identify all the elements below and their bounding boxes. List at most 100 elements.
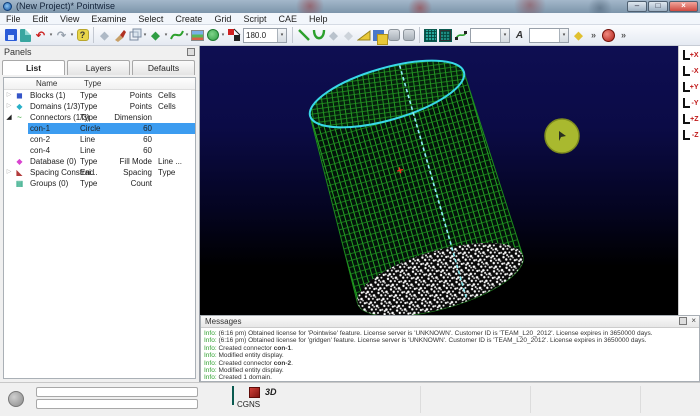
menu-create[interactable]: Create bbox=[169, 13, 208, 24]
view-axis--X-button[interactable]: -X bbox=[681, 64, 699, 79]
menu-help[interactable]: Help bbox=[303, 13, 334, 24]
list-column-header[interactable]: Name Type bbox=[4, 78, 195, 90]
overflow-icon[interactable]: » bbox=[586, 27, 601, 43]
tree-row-con-1[interactable]: con-1Circle60 bbox=[4, 123, 195, 134]
view-axis-+Z-button[interactable]: +Z bbox=[681, 112, 699, 127]
help-icon[interactable]: ? bbox=[75, 27, 90, 43]
extrude-icon[interactable]: ◆ bbox=[571, 27, 586, 43]
diamond-gray-icon[interactable]: ◆ bbox=[326, 27, 341, 43]
cube-icon[interactable] bbox=[127, 27, 142, 43]
menu-script[interactable]: Script bbox=[237, 13, 272, 24]
view-rotate-icon[interactable] bbox=[226, 27, 241, 43]
cell-c-name: Database (0) bbox=[30, 156, 76, 167]
save-icon[interactable] bbox=[3, 27, 18, 43]
connector-dimension-combo[interactable]: ▾ bbox=[470, 28, 510, 43]
cell-c2: Line bbox=[80, 134, 95, 145]
image-icon[interactable] bbox=[190, 27, 205, 43]
gem-icon[interactable]: ◆ bbox=[97, 27, 112, 43]
expander-icon[interactable]: ▷ bbox=[4, 167, 14, 178]
grid-solve-icon[interactable] bbox=[423, 27, 438, 43]
panel-tabs: List Layers Defaults bbox=[0, 59, 199, 75]
messages-body[interactable]: Info: (6:16 pm) Obtained license for 'Po… bbox=[201, 328, 699, 384]
curve-icon[interactable] bbox=[169, 27, 184, 43]
hand2-icon[interactable] bbox=[401, 27, 416, 43]
tree-row-Connectors (1/3)[interactable]: ◢~Connectors (1/3)TypeDimension bbox=[4, 112, 195, 123]
minimize-button[interactable]: – bbox=[627, 1, 647, 12]
tree-row-Spacing Constrai...[interactable]: ▷◣Spacing Constrai...EndSpacingType bbox=[4, 167, 195, 178]
menu-examine[interactable]: Examine bbox=[85, 13, 132, 24]
arc-tool-icon[interactable] bbox=[311, 27, 326, 43]
rotation-angle-combo[interactable]: 180.0▾ bbox=[243, 28, 287, 43]
cell-c3: Fill Mode bbox=[94, 156, 152, 167]
cell-c3: Points bbox=[94, 90, 152, 101]
average-spacing-combo[interactable]: ▾ bbox=[529, 28, 569, 43]
tab-layers[interactable]: Layers bbox=[67, 60, 130, 75]
cell-c3: Count bbox=[94, 178, 152, 189]
menu-cae[interactable]: CAE bbox=[272, 13, 303, 24]
diamond-gray2-icon[interactable]: ◆ bbox=[341, 27, 356, 43]
display-viewport[interactable] bbox=[200, 46, 678, 315]
message-line: Info: Created 1 domain. bbox=[204, 374, 696, 381]
paint-cursor-icon bbox=[545, 119, 579, 153]
messages-header[interactable]: Messages × bbox=[201, 316, 699, 328]
row-gutter: ▦ bbox=[4, 178, 28, 189]
row-gutter bbox=[4, 134, 28, 145]
column-type[interactable]: Type bbox=[84, 79, 101, 88]
tree-row-Domains (1/3)[interactable]: ▷◆Domains (1/3)TypePointsCells bbox=[4, 101, 195, 112]
view-axis--Y-button[interactable]: -Y bbox=[681, 96, 699, 111]
entity-list: Name Type ▷◼Blocks (1)TypePointsCells▷◆D… bbox=[3, 77, 196, 379]
redo-icon[interactable]: ↷ bbox=[54, 27, 69, 43]
line-tool-icon[interactable] bbox=[296, 27, 311, 43]
messages-panel: Messages × Info: (6:16 pm) Obtained lice… bbox=[200, 315, 700, 382]
axis-l-icon bbox=[683, 98, 690, 108]
messages-pin-icon[interactable] bbox=[679, 317, 687, 325]
overflow2-icon[interactable]: » bbox=[616, 27, 631, 43]
cell-c-name: Domains (1/3) bbox=[30, 101, 80, 112]
wedge-icon[interactable] bbox=[356, 27, 371, 43]
dimension-label: 3D bbox=[265, 387, 277, 397]
row-gutter: ▷◣ bbox=[4, 167, 28, 178]
paintbrush-icon[interactable] bbox=[112, 27, 127, 43]
view-axis--Z-button[interactable]: -Z bbox=[681, 128, 699, 143]
messages-close-icon[interactable]: × bbox=[691, 317, 696, 325]
tree-row-Blocks (1)[interactable]: ▷◼Blocks (1)TypePointsCells bbox=[4, 90, 195, 101]
tree-row-con-2[interactable]: con-2Line60 bbox=[4, 134, 195, 145]
column-name[interactable]: Name bbox=[36, 79, 57, 88]
tree-row-Database (0)[interactable]: ◆Database (0)TypeFill ModeLine ... bbox=[4, 156, 195, 167]
message-line: Info: (6:16 pm) Obtained license for 'gr… bbox=[204, 337, 696, 344]
cell-c2: Line bbox=[80, 145, 95, 156]
grid-status-icon bbox=[232, 387, 234, 405]
new-file-icon[interactable] bbox=[18, 27, 33, 43]
mask-icon[interactable] bbox=[205, 27, 220, 43]
tab-defaults[interactable]: Defaults bbox=[132, 60, 195, 75]
row-gutter: ▷◆ bbox=[4, 101, 28, 112]
tree-row-con-4[interactable]: con-4Line60 bbox=[4, 145, 195, 156]
menu-edit[interactable]: Edit bbox=[27, 13, 55, 24]
maximize-button[interactable]: □ bbox=[648, 1, 668, 12]
menu-grid[interactable]: Grid bbox=[208, 13, 237, 24]
menu-select[interactable]: Select bbox=[132, 13, 169, 24]
tree-row-Groups (0)[interactable]: ▦Groups (0)TypeCount bbox=[4, 178, 195, 189]
grid-smooth-icon[interactable] bbox=[438, 27, 453, 43]
undo-icon[interactable]: ↶ bbox=[33, 27, 48, 43]
close-button[interactable]: × bbox=[669, 1, 698, 12]
menu-view[interactable]: View bbox=[54, 13, 85, 24]
dimension-letter-icon[interactable]: A bbox=[512, 27, 527, 43]
expander-icon[interactable]: ▷ bbox=[4, 101, 14, 112]
assemble-icon[interactable] bbox=[371, 27, 386, 43]
tab-list[interactable]: List bbox=[2, 60, 65, 75]
examine-icon[interactable] bbox=[601, 27, 616, 43]
connector-dimension-icon[interactable] bbox=[453, 27, 468, 43]
view-axis-+X-button[interactable]: +X bbox=[681, 48, 699, 63]
combo-caret-icon: ▾ bbox=[559, 29, 568, 42]
panels-title: Panels bbox=[4, 47, 32, 57]
view-axis-+Y-button[interactable]: +Y bbox=[681, 80, 699, 95]
menu-file[interactable]: File bbox=[0, 13, 27, 24]
expander-icon[interactable]: ▷ bbox=[4, 90, 14, 101]
database-icon: ◆ bbox=[14, 156, 25, 167]
expander-icon[interactable]: ◢ bbox=[4, 112, 14, 123]
diamond-green-icon[interactable]: ◆ bbox=[148, 27, 163, 43]
messages-title: Messages bbox=[205, 317, 241, 326]
pin-icon[interactable] bbox=[187, 48, 195, 56]
hand-icon[interactable] bbox=[386, 27, 401, 43]
